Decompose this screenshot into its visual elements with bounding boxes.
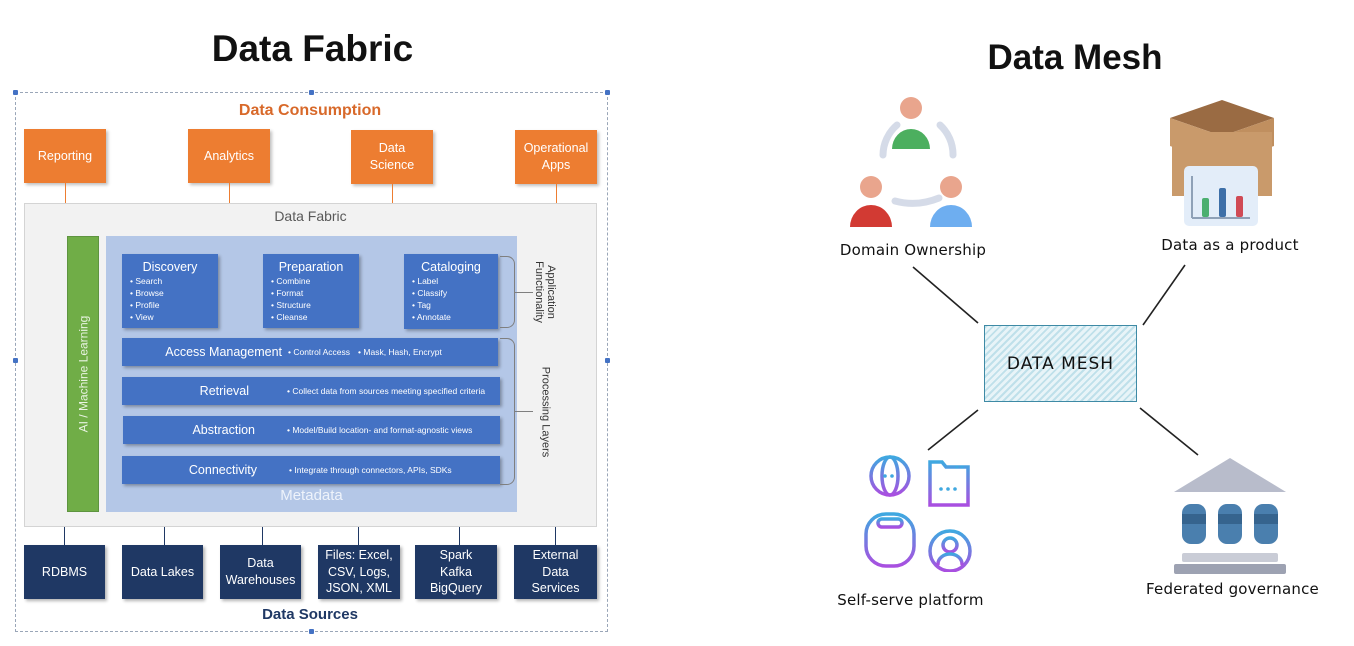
layer-description: Collect data from sources meeting specif… [287,386,485,396]
processing-layers-label: Processing Layers [520,338,570,485]
application-functionality-text: Application Functionality [533,261,558,323]
layer-retrieval: Retrieval Collect data from sources meet… [122,377,500,405]
layer-description: Mask, Hash, Encrypt [358,347,441,357]
function-item: Structure [271,299,351,311]
function-item: Format [271,287,351,299]
source-box-files: Files: Excel, CSV, Logs, JSON, XML [318,545,400,599]
consumption-box-data-science: Data Science [351,130,433,184]
selection-handle[interactable] [605,358,610,363]
function-item: Annotate [412,311,490,323]
layer-description: Model/Build location- and format-agnosti… [287,425,472,435]
product-box-icon [1170,100,1274,226]
connector-line [358,527,359,546]
connector-governance [1139,407,1199,456]
connector-data-as-product [1142,264,1186,326]
function-item: Label [412,275,490,287]
consumption-box-analytics: Analytics [188,129,270,183]
data-mesh-title: Data Mesh [987,38,1163,77]
layer-access-management: Access Management Control Access Mask, H… [122,338,498,366]
function-item: Profile [130,299,210,311]
function-title: Preparation [278,260,344,274]
connector-line [65,183,66,203]
connector-line [164,527,165,546]
function-title: Cataloging [421,260,481,274]
source-box-data-lakes: Data Lakes [122,545,203,599]
governance-icon [1174,458,1286,574]
selection-handle[interactable] [13,358,18,363]
application-brace [500,256,515,328]
source-box-data-warehouses: Data Warehouses [220,545,301,599]
platform-icon [864,455,972,572]
data-consumption-title: Data Consumption [238,102,382,119]
application-functionality-label: Application Functionality [520,256,570,328]
connector-domain-ownership [912,266,979,324]
processing-layers-text: Processing Layers [539,366,551,457]
function-item: Browse [130,287,210,299]
connector-self-serve [927,409,979,451]
selection-handle[interactable] [309,90,314,95]
connector-line [459,527,460,546]
function-item: Tag [412,299,490,311]
layer-name: Connectivity [188,463,257,477]
processing-brace [500,338,515,485]
layer-description: Control Access [288,347,350,357]
layer-description: Integrate through connectors, APIs, SDKs [289,465,451,475]
function-title: Discovery [142,260,198,274]
connector-line [392,184,393,203]
source-box-external-data-services: External Data Services [514,545,597,599]
data-mesh-center-label: DATA MESH [1006,353,1115,374]
connector-line [64,527,65,546]
team-icon [850,97,972,227]
function-box-preparation: Preparation Combine Format Structure Cle… [263,254,359,328]
connector-line [555,527,556,546]
function-item: Search [130,275,210,287]
layer-connectivity: Connectivity Integrate through connector… [122,456,500,484]
layer-abstraction: Abstraction Model/Build location- and fo… [123,416,500,444]
source-box-rdbms: RDBMS [24,545,105,599]
domain-ownership-label: Domain Ownership [839,241,987,259]
consumption-box-operational-apps: Operational Apps [515,130,597,184]
function-item: Combine [271,275,351,287]
data-mesh-center-box: DATA MESH [984,325,1137,402]
function-item: Cleanse [271,311,351,323]
function-item: View [130,311,210,323]
ai-ml-label: AI / Machine Learning [67,236,99,512]
connector-line [556,184,557,203]
selection-handle[interactable] [605,90,610,95]
data-sources-title: Data Sources [262,606,358,623]
data-as-a-product-label: Data as a product [1161,236,1299,254]
layer-name: Retrieval [199,384,249,398]
connector-line [262,527,263,546]
metadata-label: Metadata [280,487,343,504]
layer-name: Access Management [165,345,282,359]
function-item: Classify [412,287,490,299]
layer-name: Abstraction [192,423,255,437]
source-box-spark-kafka-bigquery: Spark Kafka BigQuery [415,545,497,599]
function-box-discovery: Discovery Search Browse Profile View [122,254,218,328]
function-box-cataloging: Cataloging Label Classify Tag Annotate [404,254,498,329]
data-fabric-panel-title: Data Fabric [274,208,347,224]
federated-governance-label: Federated governance [1146,580,1319,598]
ai-ml-label-text: AI / Machine Learning [76,315,90,433]
selection-handle[interactable] [309,629,314,634]
self-serve-platform-label: Self-serve platform [837,591,984,609]
consumption-box-reporting: Reporting [24,129,106,183]
data-fabric-title: Data Fabric [211,28,414,69]
selection-handle[interactable] [13,90,18,95]
connector-line [229,183,230,203]
